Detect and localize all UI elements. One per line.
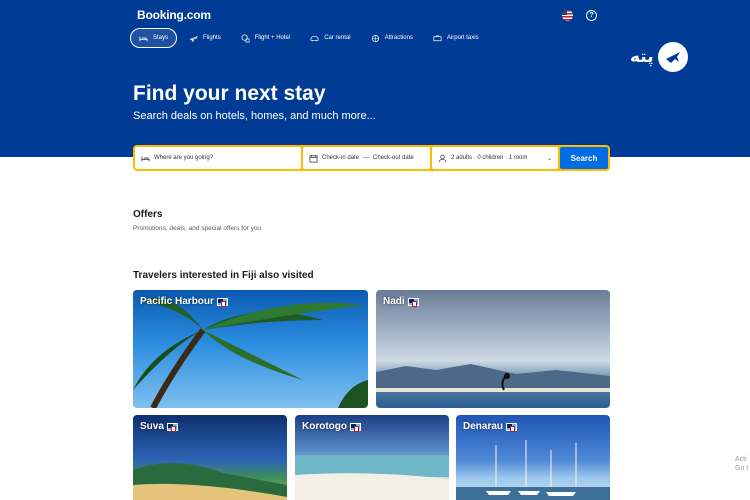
destination-card-denarau[interactable]: Denarau (456, 415, 610, 500)
page-subtitle: Search deals on hotels, homes, and much … (133, 110, 376, 122)
destination-card-pacific-harbour[interactable]: Pacific Harbour (133, 290, 368, 408)
brand-watermark-text: پته (630, 47, 654, 67)
tab-stays-label: Stays (153, 35, 169, 41)
destination-field[interactable]: Where are you going? (135, 147, 301, 169)
date-picker-field[interactable]: Check-in date — Check-out date (303, 147, 430, 169)
tab-flights[interactable]: Flights (181, 28, 229, 48)
plane-logo-icon (657, 42, 688, 72)
destination-card-korotogo[interactable]: Korotogo (295, 415, 449, 500)
card-title: Pacific Harbour (140, 296, 228, 307)
tab-flights-label: Flights (203, 35, 221, 41)
brand-watermark-logo: پته (630, 42, 688, 72)
tab-airport-taxis[interactable]: Airport taxis (425, 28, 487, 48)
page-title: Find your next stay (133, 82, 326, 105)
taxi-icon (433, 34, 442, 41)
checkin-label: Check-in date (322, 155, 360, 161)
fiji-flag-icon (506, 422, 518, 432)
plane-icon (189, 35, 198, 42)
fiji-flag-icon (350, 422, 361, 432)
booking-logo[interactable]: Booking.com (137, 8, 211, 22)
person-icon (438, 154, 447, 162)
tab-attractions[interactable]: Attractions (363, 28, 421, 48)
question-circle-icon[interactable]: ? (586, 10, 597, 21)
island-image (376, 364, 610, 392)
card-title: Nadi (383, 296, 419, 307)
chevron-down-icon: ⌄ (546, 156, 552, 162)
tab-attractions-label: Attractions (384, 35, 413, 41)
car-icon (310, 35, 319, 41)
tab-flight-hotel[interactable]: Flight + Hotel (233, 28, 299, 48)
attractions-icon (371, 34, 379, 42)
card-title: Suva (140, 421, 178, 432)
hero-banner: Booking.com ? Stays Flights Flight + Hot… (0, 0, 750, 157)
tab-flight-hotel-label: Flight + Hotel (254, 35, 291, 41)
guests-field[interactable]: 2 adults · 0 children · 1 room ⌄ (432, 147, 558, 169)
fiji-flag-icon (166, 422, 178, 432)
bed-icon (139, 36, 148, 41)
offers-heading: Offers (133, 209, 163, 220)
destination-card-nadi[interactable]: Nadi (376, 290, 610, 408)
destination-placeholder: Where are you going? (154, 155, 214, 161)
tab-airport-taxis-label: Airport taxis (446, 35, 479, 41)
tab-stays[interactable]: Stays (130, 28, 178, 48)
activation-watermark: Acti Go t (735, 456, 749, 472)
offers-subtitle: Promotions, deals, and special offers fo… (133, 225, 262, 232)
search-button[interactable]: Search (560, 147, 608, 169)
palm-tree-image (133, 298, 368, 408)
calendar-icon (309, 154, 318, 162)
plane-hotel-icon (241, 34, 250, 42)
card-title: Korotogo (302, 421, 361, 432)
guests-summary: 2 adults · 0 children · 1 room (451, 155, 528, 161)
card-title: Denarau (463, 421, 518, 432)
main-nav: Stays Flights Flight + Hotel Car rental … (130, 28, 487, 48)
tab-car-rental-label: Car rental (324, 35, 351, 41)
destinations-heading: Travelers interested in Fiji also visite… (133, 270, 314, 281)
date-separator: — (363, 155, 370, 161)
fiji-flag-icon (407, 297, 419, 307)
destination-card-suva[interactable]: Suva (133, 415, 287, 500)
bed-icon (141, 156, 150, 161)
fiji-flag-icon (216, 297, 228, 307)
search-bar: Where are you going? Check-in date — Che… (133, 145, 610, 171)
tab-car-rental[interactable]: Car rental (302, 28, 358, 48)
us-flag-icon[interactable] (562, 10, 573, 21)
checkout-label: Check-out date (373, 155, 414, 161)
